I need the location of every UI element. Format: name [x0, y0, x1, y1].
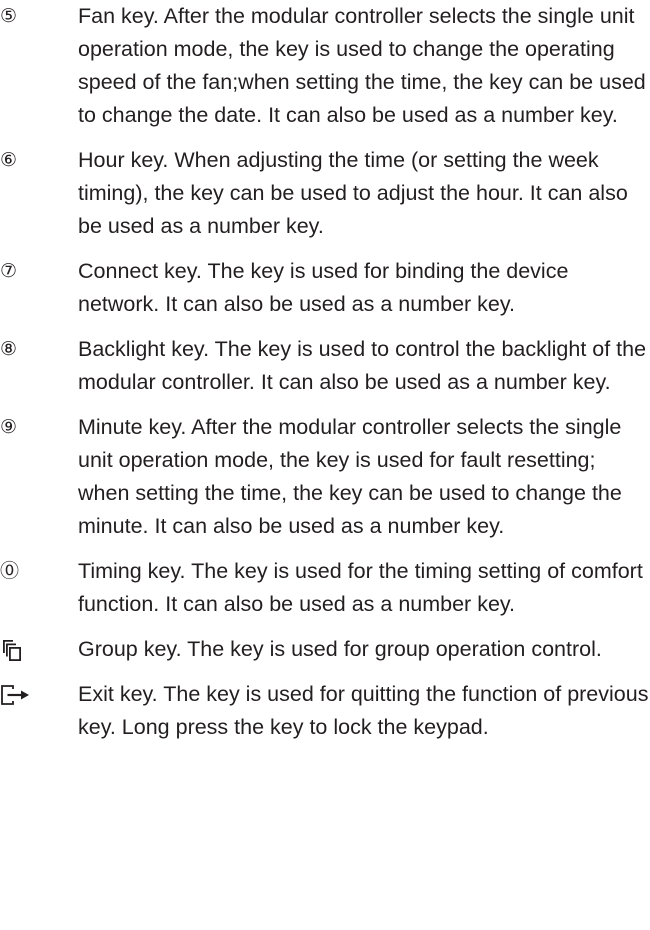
circled-number-8: ⑧	[0, 338, 18, 360]
connect-key-description: Connect key. The key is used for binding…	[78, 259, 569, 316]
key-item-backlight: ⑧ Backlight key. The key is used to cont…	[0, 333, 650, 399]
key-item-hour: ⑥ Hour key. When adjusting the time (or …	[0, 144, 650, 243]
circled-number-9: ⑨	[0, 416, 18, 438]
key-item-exit: Exit key. The key is used for quitting t…	[0, 678, 650, 744]
key-item-fan: ⑤ Fan key. After the modular controller …	[0, 0, 650, 132]
document-page: ⑤ Fan key. After the modular controller …	[0, 0, 650, 930]
fan-key-description: Fan key. After the modular controller se…	[78, 4, 646, 127]
exit-key-description: Exit key. The key is used for quitting t…	[78, 682, 649, 739]
key-item-group: Group key. The key is used for group ope…	[0, 633, 650, 666]
circled-number-6: ⑥	[0, 149, 18, 171]
group-key-description: Group key. The key is used for group ope…	[78, 637, 602, 661]
circled-number-0: ⓪	[0, 560, 20, 582]
key-description-list: ⑤ Fan key. After the modular controller …	[0, 0, 650, 744]
group-icon	[0, 633, 40, 666]
key-item-connect: ⑦ Connect key. The key is used for bindi…	[0, 255, 650, 321]
key-item-minute: ⑨ Minute key. After the modular controll…	[0, 411, 650, 543]
timing-key-description: Timing key. The key is used for the timi…	[78, 559, 643, 616]
minute-key-description: Minute key. After the modular controller…	[78, 415, 622, 538]
circled-number-5: ⑤	[0, 5, 18, 27]
exit-icon	[0, 678, 40, 711]
backlight-key-description: Backlight key. The key is used to contro…	[78, 337, 647, 394]
circled-number-7: ⑦	[0, 260, 18, 282]
key-item-timing: ⓪ Timing key. The key is used for the ti…	[0, 555, 650, 621]
hour-key-description: Hour key. When adjusting the time (or se…	[78, 148, 628, 238]
